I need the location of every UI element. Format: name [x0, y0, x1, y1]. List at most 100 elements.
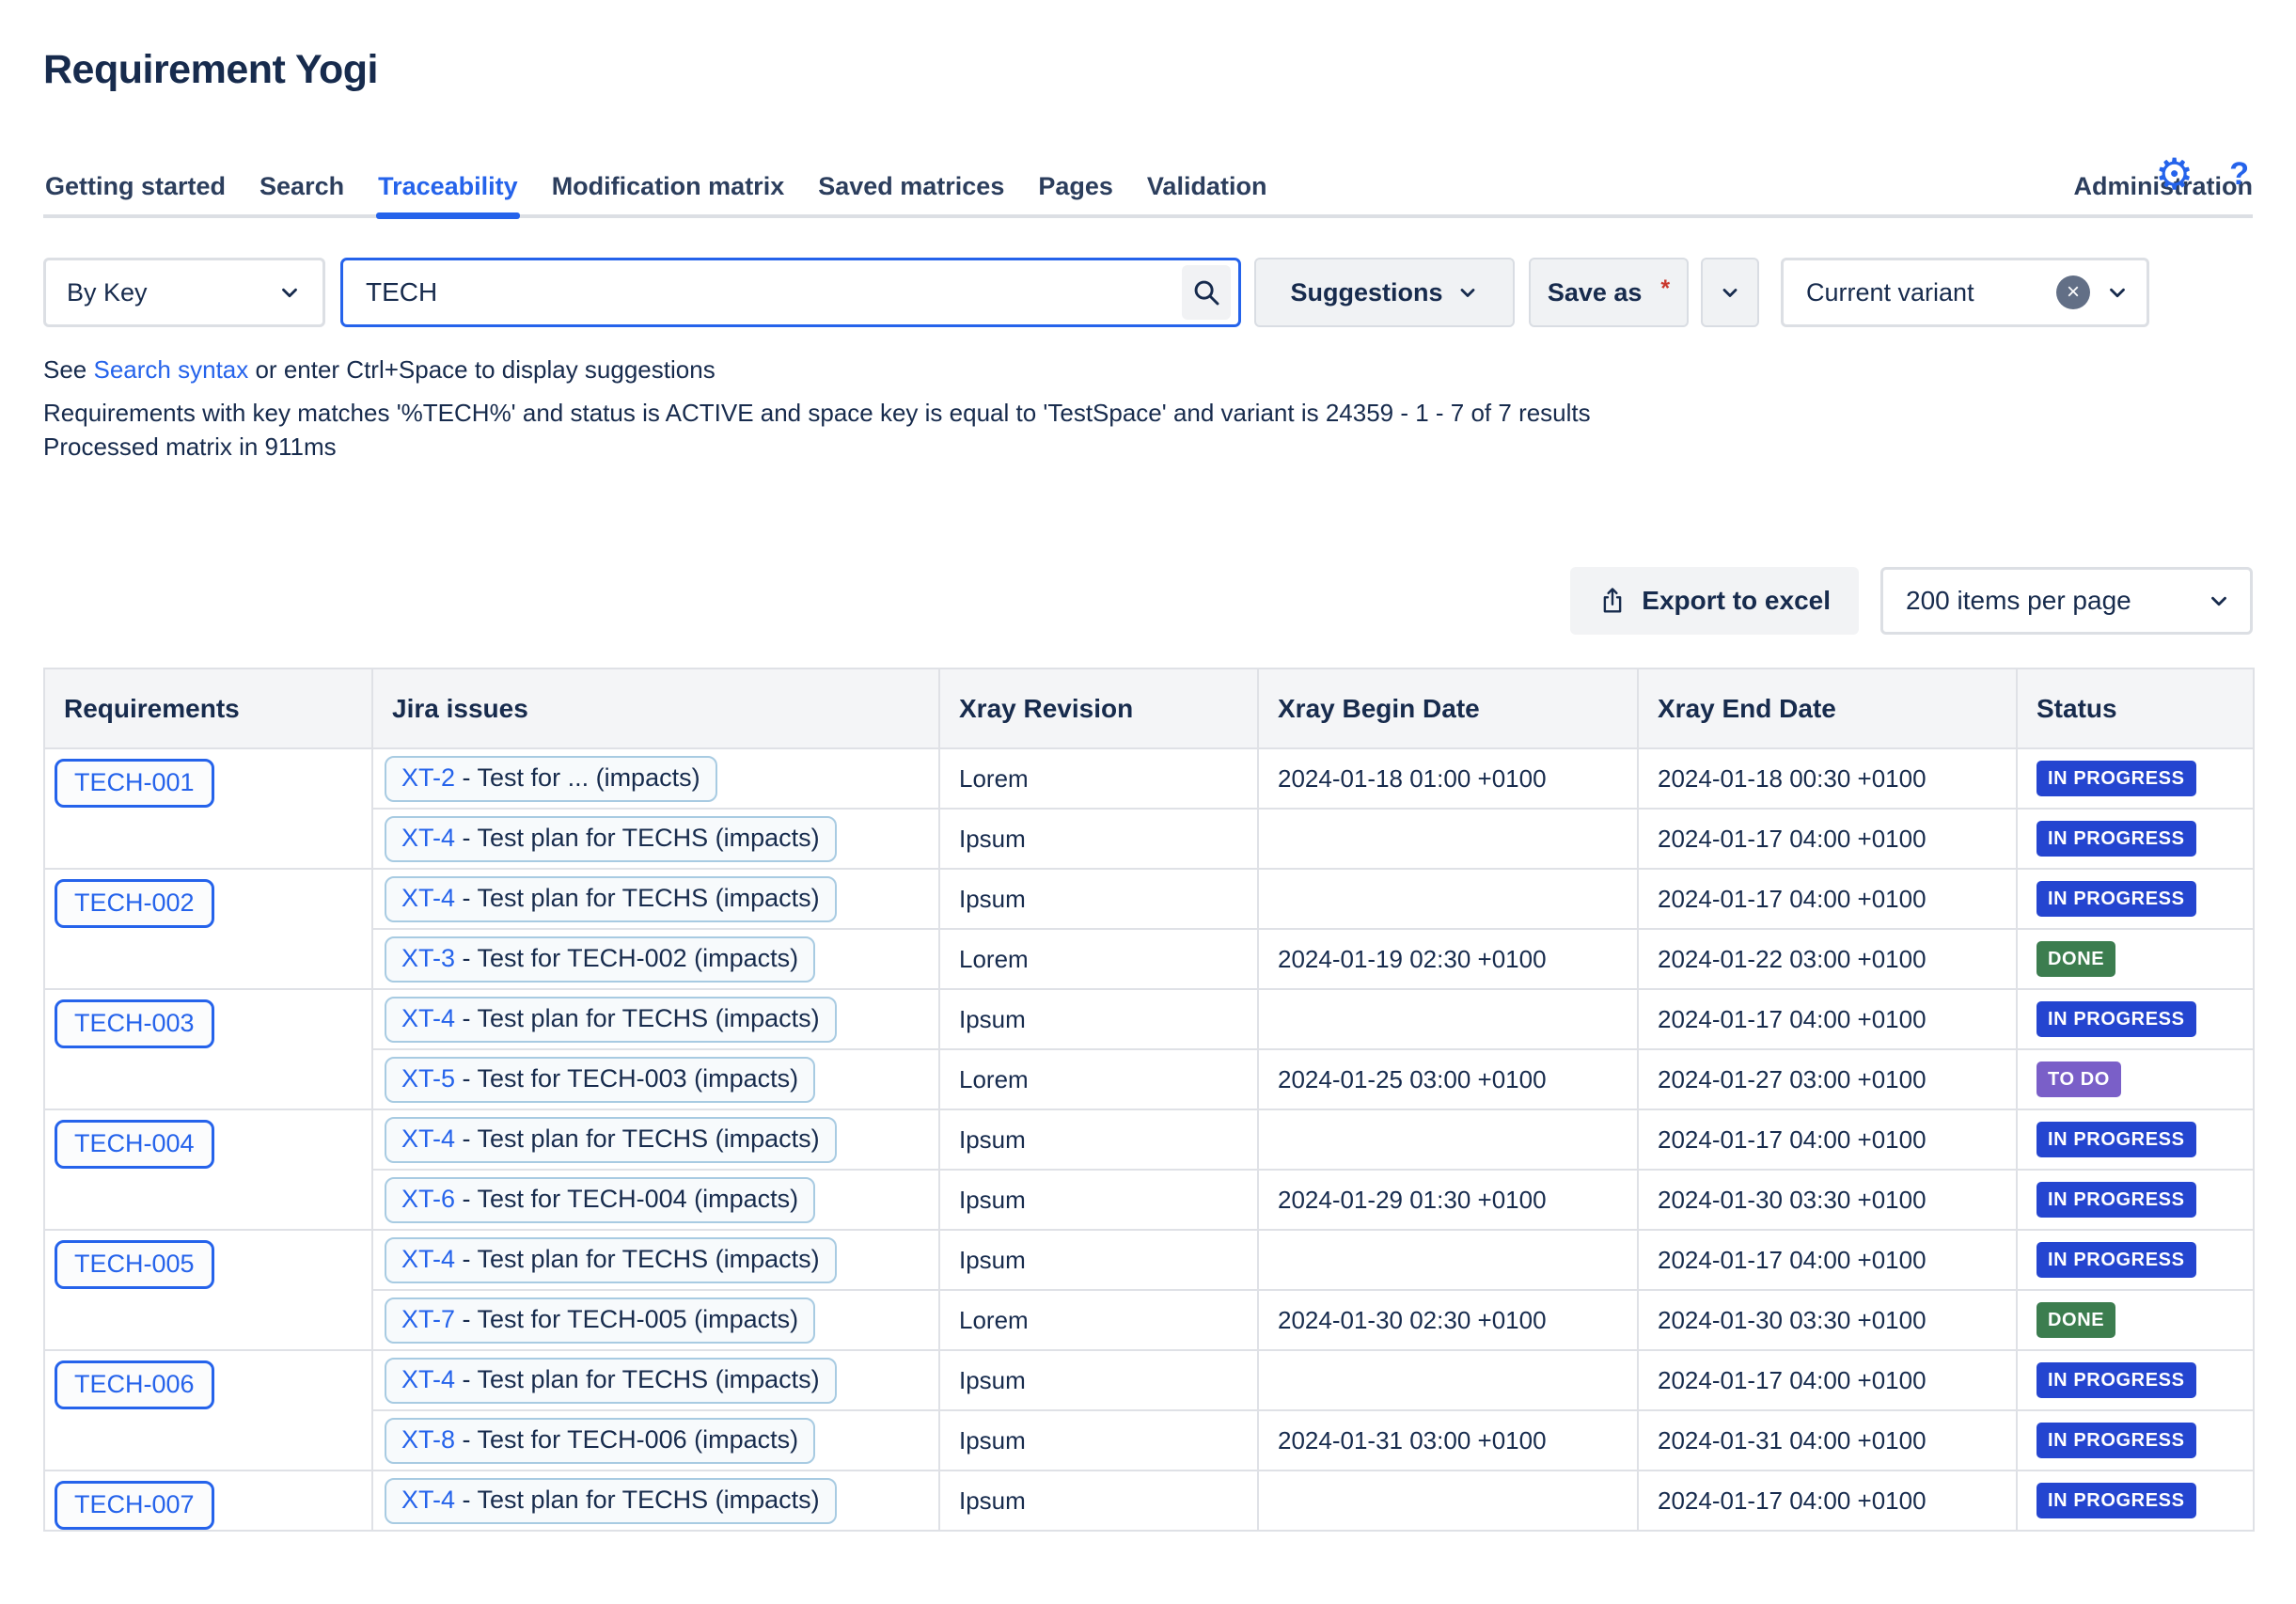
- status-cell: DONE: [2017, 1290, 2254, 1350]
- jira-issue-link[interactable]: XT-4 - Test plan for TECHS (impacts): [385, 1117, 837, 1163]
- status-cell: IN PROGRESS: [2017, 748, 2254, 809]
- begin-date-cell: 2024-01-19 02:30 +0100: [1258, 929, 1638, 989]
- help-icon[interactable]: ?: [2229, 156, 2249, 193]
- status-badge: IN PROGRESS: [2037, 1122, 2196, 1157]
- begin-date-cell: [1258, 1470, 1638, 1531]
- table-row: XT-8 - Test for TECH-006 (impacts)Ipsum2…: [44, 1410, 2254, 1470]
- tab-modification-matrix[interactable]: Modification matrix: [550, 172, 787, 214]
- end-date-cell: 2024-01-27 03:00 +0100: [1638, 1049, 2017, 1109]
- gear-icon[interactable]: ⚙: [2155, 152, 2194, 196]
- jira-issue-key: XT-4: [401, 1245, 455, 1273]
- jira-issue-cell: XT-4 - Test plan for TECHS (impacts): [372, 989, 939, 1049]
- jira-issue-link[interactable]: XT-6 - Test for TECH-004 (impacts): [385, 1177, 815, 1223]
- jira-issue-link[interactable]: XT-4 - Test plan for TECHS (impacts): [385, 997, 837, 1043]
- items-per-page-select[interactable]: 200 items per page: [1880, 567, 2253, 635]
- status-cell: IN PROGRESS: [2017, 1350, 2254, 1410]
- variant-value: Current variant: [1806, 278, 2056, 307]
- tab-bar: Getting started Search Traceability Modi…: [43, 172, 2253, 218]
- tab-saved-matrices[interactable]: Saved matrices: [816, 172, 1006, 214]
- jira-issue-key: XT-4: [401, 1124, 455, 1153]
- status-badge: IN PROGRESS: [2037, 1242, 2196, 1278]
- requirement-link[interactable]: TECH-001: [55, 759, 214, 808]
- requirement-cell: TECH-004: [44, 1109, 372, 1230]
- jira-issue-link[interactable]: XT-4 - Test plan for TECHS (impacts): [385, 1358, 837, 1404]
- jira-issue-link[interactable]: XT-7 - Test for TECH-005 (impacts): [385, 1297, 815, 1344]
- search-button[interactable]: [1182, 265, 1231, 320]
- search-scope-select[interactable]: By Key: [43, 258, 325, 327]
- export-icon: [1598, 587, 1627, 615]
- search-syntax-link[interactable]: Search syntax: [94, 355, 249, 384]
- revision-cell: Lorem: [939, 929, 1258, 989]
- jira-issue-cell: XT-2 - Test for ... (impacts): [372, 748, 939, 809]
- begin-date-cell: [1258, 1109, 1638, 1170]
- jira-issue-link[interactable]: XT-4 - Test plan for TECHS (impacts): [385, 816, 837, 862]
- jira-issue-link[interactable]: XT-3 - Test for TECH-002 (impacts): [385, 936, 815, 983]
- save-as-button[interactable]: Save as *: [1529, 258, 1689, 327]
- tab-getting-started[interactable]: Getting started: [43, 172, 228, 214]
- table-header: Requirements Jira issues Xray Revision X…: [44, 668, 2254, 748]
- traceability-table: Requirements Jira issues Xray Revision X…: [43, 668, 2255, 1532]
- status-badge: IN PROGRESS: [2037, 821, 2196, 857]
- jira-issue-cell: XT-6 - Test for TECH-004 (impacts): [372, 1170, 939, 1230]
- chevron-down-icon: [1719, 281, 1741, 304]
- jira-issue-link[interactable]: XT-2 - Test for ... (impacts): [385, 756, 717, 802]
- requirement-link[interactable]: TECH-005: [55, 1240, 214, 1289]
- app-page: Requirement Yogi ⚙ ? Getting started Sea…: [0, 47, 2296, 1532]
- status-badge: IN PROGRESS: [2037, 1182, 2196, 1218]
- end-date-cell: 2024-01-17 04:00 +0100: [1638, 1470, 2017, 1531]
- table-row: TECH-001XT-2 - Test for ... (impacts)Lor…: [44, 748, 2254, 809]
- table-body: TECH-001 XT-2 - Test for ... (impacts) Lor…: [44, 748, 2254, 1531]
- jira-issue-link[interactable]: XT-4 - Test plan for TECHS (impacts): [385, 876, 837, 922]
- end-date-cell: 2024-01-17 04:00 +0100: [1638, 1230, 2017, 1290]
- clear-variant-icon[interactable]: ×: [2056, 275, 2090, 309]
- requirement-link[interactable]: TECH-007: [55, 1481, 214, 1530]
- chevron-down-icon: [1456, 281, 1479, 304]
- requirement-link[interactable]: TECH-002: [55, 879, 214, 928]
- end-date-cell: 2024-01-17 04:00 +0100: [1638, 989, 2017, 1049]
- search-icon: [1191, 277, 1221, 307]
- status-cell: IN PROGRESS: [2017, 1170, 2254, 1230]
- suggestions-button[interactable]: Suggestions: [1254, 258, 1515, 327]
- jira-issue-cell: XT-4 - Test plan for TECHS (impacts): [372, 869, 939, 929]
- tab-traceability[interactable]: Traceability: [376, 172, 520, 214]
- status-badge: TO DO: [2037, 1061, 2121, 1097]
- variant-select[interactable]: Current variant ×: [1781, 258, 2149, 327]
- search-input[interactable]: [364, 276, 1182, 308]
- status-cell: IN PROGRESS: [2017, 1410, 2254, 1470]
- revision-cell: Ipsum: [939, 1410, 1258, 1470]
- status-cell: IN PROGRESS: [2017, 1470, 2254, 1531]
- end-date-cell: 2024-01-30 03:30 +0100: [1638, 1290, 2017, 1350]
- table-row: TECH-005 XT-4 - Test plan for TECHS (impa…: [44, 1230, 2254, 1290]
- jira-issue-link[interactable]: XT-4 - Test plan for TECHS (impacts): [385, 1237, 837, 1283]
- status-cell: IN PROGRESS: [2017, 1109, 2254, 1170]
- jira-issue-key: XT-6: [401, 1185, 455, 1213]
- items-per-page-value: 200 items per page: [1906, 586, 2207, 616]
- requirement-link[interactable]: TECH-004: [55, 1120, 214, 1169]
- jira-issue-link[interactable]: XT-8 - Test for TECH-006 (impacts): [385, 1418, 815, 1464]
- col-xray-begin-date: Xray Begin Date: [1258, 668, 1638, 748]
- table-row: TECH-007 XT-4 - Test plan for TECHS (impa…: [44, 1470, 2254, 1531]
- col-status: Status: [2017, 668, 2254, 748]
- revision-cell: Ipsum: [939, 1470, 1258, 1531]
- requirement-link[interactable]: TECH-006: [55, 1360, 214, 1409]
- jira-issue-link[interactable]: XT-4 - Test plan for TECHS (impacts): [385, 1478, 837, 1524]
- save-as-more-button[interactable]: [1701, 258, 1759, 327]
- requirement-cell: TECH-006: [44, 1350, 372, 1470]
- jira-issue-cell: XT-7 - Test for TECH-005 (impacts): [372, 1290, 939, 1350]
- jira-issue-key: XT-8: [401, 1425, 455, 1454]
- tab-search[interactable]: Search: [258, 172, 346, 214]
- jira-issue-link[interactable]: XT-5 - Test for TECH-003 (impacts): [385, 1057, 815, 1103]
- status-badge: IN PROGRESS: [2037, 881, 2196, 917]
- export-to-excel-button[interactable]: Export to excel: [1570, 567, 1859, 635]
- jira-issue-key: XT-4: [401, 1004, 455, 1032]
- end-date-cell: 2024-01-22 03:00 +0100: [1638, 929, 2017, 989]
- tab-validation[interactable]: Validation: [1145, 172, 1269, 214]
- table-row: TECH-002 XT-4 - Test plan for TECHS (impa…: [44, 869, 2254, 929]
- revision-cell: Ipsum: [939, 1350, 1258, 1410]
- requirement-link[interactable]: TECH-003: [55, 999, 214, 1048]
- col-jira-issues: Jira issues: [372, 668, 939, 748]
- page-title: Requirement Yogi: [43, 47, 2253, 93]
- revision-cell: Lorem: [939, 1049, 1258, 1109]
- tab-pages[interactable]: Pages: [1036, 172, 1115, 214]
- end-date-cell: 2024-01-17 04:00 +0100: [1638, 809, 2017, 869]
